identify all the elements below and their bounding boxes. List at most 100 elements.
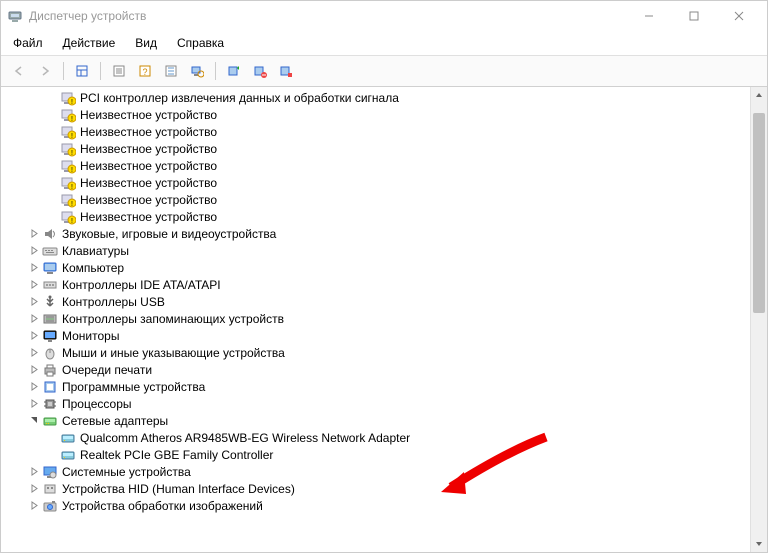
titlebar: Диспетчер устройств [1, 1, 767, 31]
tree-item-label: Неизвестное устройство [80, 108, 217, 122]
tree-item-label: Неизвестное устройство [80, 210, 217, 224]
tree-item-device[interactable]: Qualcomm Atheros AR9485WB-EG Wireless Ne… [3, 429, 750, 446]
scroll-thumb[interactable] [753, 113, 765, 313]
expander-icon[interactable] [27, 278, 41, 292]
tree-item-label: Неизвестное устройство [80, 125, 217, 139]
tree-item-label: Контроллеры IDE ATA/ATAPI [62, 278, 221, 292]
vertical-scrollbar[interactable] [750, 87, 767, 552]
imaging-icon [42, 498, 58, 514]
expander-icon[interactable] [27, 499, 41, 513]
svg-text:?: ? [142, 67, 147, 77]
expander-icon[interactable] [27, 346, 41, 360]
tree-item-unknown-device[interactable]: !Неизвестное устройство [3, 157, 750, 174]
tree-item-category[interactable]: Очереди печати [3, 361, 750, 378]
tree-item-category[interactable]: Системные устройства [3, 463, 750, 480]
tree-item-label: Устройства HID (Human Interface Devices) [62, 482, 295, 496]
menu-view[interactable]: Вид [127, 33, 165, 53]
update-driver-button[interactable] [222, 59, 246, 83]
tree-item-category[interactable]: Программные устройства [3, 378, 750, 395]
svg-text:!: ! [71, 116, 73, 123]
expander-icon[interactable] [27, 261, 41, 275]
scan-button[interactable] [185, 59, 209, 83]
tree-item-unknown-device[interactable]: ! Неизвестное устройство [3, 123, 750, 140]
usb-icon [42, 294, 58, 310]
close-button[interactable] [716, 2, 761, 30]
tree-item-label: Мыши и иные указывающие устройства [62, 346, 285, 360]
window-title: Диспетчер устройств [29, 9, 626, 23]
tree-item-device[interactable]: Realtek PCIe GBE Family Controller [3, 446, 750, 463]
menu-action[interactable]: Действие [55, 33, 124, 53]
expander-icon[interactable] [27, 329, 41, 343]
menu-help[interactable]: Справка [169, 33, 232, 53]
disable-button[interactable] [274, 59, 298, 83]
toolbar-separator [100, 62, 101, 80]
minimize-button[interactable] [626, 2, 671, 30]
list-button[interactable] [159, 59, 183, 83]
tree-item-label: Неизвестное устройство [80, 142, 217, 156]
help-button[interactable]: ? [133, 59, 157, 83]
scroll-down-button[interactable] [751, 536, 767, 552]
tree-item-label: Звуковые, игровые и видеоустройства [62, 227, 276, 241]
properties-button[interactable] [107, 59, 131, 83]
maximize-button[interactable] [671, 2, 716, 30]
expander-icon[interactable] [27, 363, 41, 377]
show-hide-tree-button[interactable] [70, 59, 94, 83]
tree-item-category[interactable]: Контроллеры USB [3, 293, 750, 310]
tree-item-unknown-device[interactable]: ! Неизвестное устройство [3, 208, 750, 225]
expander-icon[interactable] [27, 380, 41, 394]
toolbar-separator [63, 62, 64, 80]
expander-icon[interactable] [27, 295, 41, 309]
tree-item-category[interactable]: Сетевые адаптеры [3, 412, 750, 429]
tree-item-category[interactable]: Процессоры [3, 395, 750, 412]
tree-item-category[interactable]: Устройства обработки изображений [3, 497, 750, 514]
uninstall-button[interactable] [248, 59, 272, 83]
tree-item-category[interactable]: Компьютер [3, 259, 750, 276]
netchild-icon [60, 430, 76, 446]
tree-item-label: Компьютер [62, 261, 124, 275]
tree-item-category[interactable]: Звуковые, игровые и видеоустройства [3, 225, 750, 242]
tree-item-category[interactable]: Мониторы [3, 327, 750, 344]
device-tree[interactable]: ! PCI контроллер извлечения данных и обра… [1, 87, 750, 552]
menubar: Файл Действие Вид Справка [1, 31, 767, 56]
tree-item-category[interactable]: Устройства HID (Human Interface Devices) [3, 480, 750, 497]
tree-item-category[interactable]: Мыши и иные указывающие устройства [3, 344, 750, 361]
scroll-track[interactable] [751, 103, 767, 536]
expander-icon[interactable] [27, 312, 41, 326]
expander-icon[interactable] [27, 482, 41, 496]
svg-text:!: ! [71, 133, 73, 140]
software-icon [42, 379, 58, 395]
tree-item-category[interactable]: Контроллеры запоминающих устройств [3, 310, 750, 327]
warn-icon: ! [60, 209, 76, 225]
tree-item-label: Неизвестное устройство [80, 159, 217, 173]
cpu-icon [42, 396, 58, 412]
expander-icon[interactable] [27, 227, 41, 241]
expander-icon[interactable] [27, 244, 41, 258]
menu-file[interactable]: Файл [5, 33, 51, 53]
window-buttons [626, 2, 761, 30]
expander-icon[interactable] [27, 414, 41, 428]
tree-item-unknown-device[interactable]: !Неизвестное устройство [3, 174, 750, 191]
nav-forward-button[interactable] [33, 59, 57, 83]
tree-item-label: Очереди печати [62, 363, 152, 377]
tree-item-unknown-device[interactable]: ! PCI контроллер извлечения данных и обра… [3, 89, 750, 106]
tree-item-unknown-device[interactable]: ! Неизвестное устройство [3, 106, 750, 123]
tree-item-unknown-device[interactable]: !Неизвестное устройство [3, 191, 750, 208]
warn-icon: ! [60, 175, 76, 191]
scroll-up-button[interactable] [751, 87, 767, 103]
tree-item-category[interactable]: Клавиатуры [3, 242, 750, 259]
tree-item-label: Неизвестное устройство [80, 193, 217, 207]
tree-item-category[interactable]: Контроллеры IDE ATA/ATAPI [3, 276, 750, 293]
nav-back-button[interactable] [7, 59, 31, 83]
tree-item-label: Сетевые адаптеры [62, 414, 168, 428]
speaker-icon [42, 226, 58, 242]
tree-item-label: PCI контроллер извлечения данных и обраб… [80, 91, 399, 105]
expander-icon[interactable] [27, 397, 41, 411]
expander-icon[interactable] [27, 465, 41, 479]
printer-icon [42, 362, 58, 378]
tree-item-unknown-device[interactable]: !Неизвестное устройство [3, 140, 750, 157]
mouse-icon [42, 345, 58, 361]
hid-icon [42, 481, 58, 497]
ide-icon [42, 277, 58, 293]
tree-item-label: Qualcomm Atheros AR9485WB-EG Wireless Ne… [80, 431, 410, 445]
warn-icon: ! [60, 90, 76, 106]
